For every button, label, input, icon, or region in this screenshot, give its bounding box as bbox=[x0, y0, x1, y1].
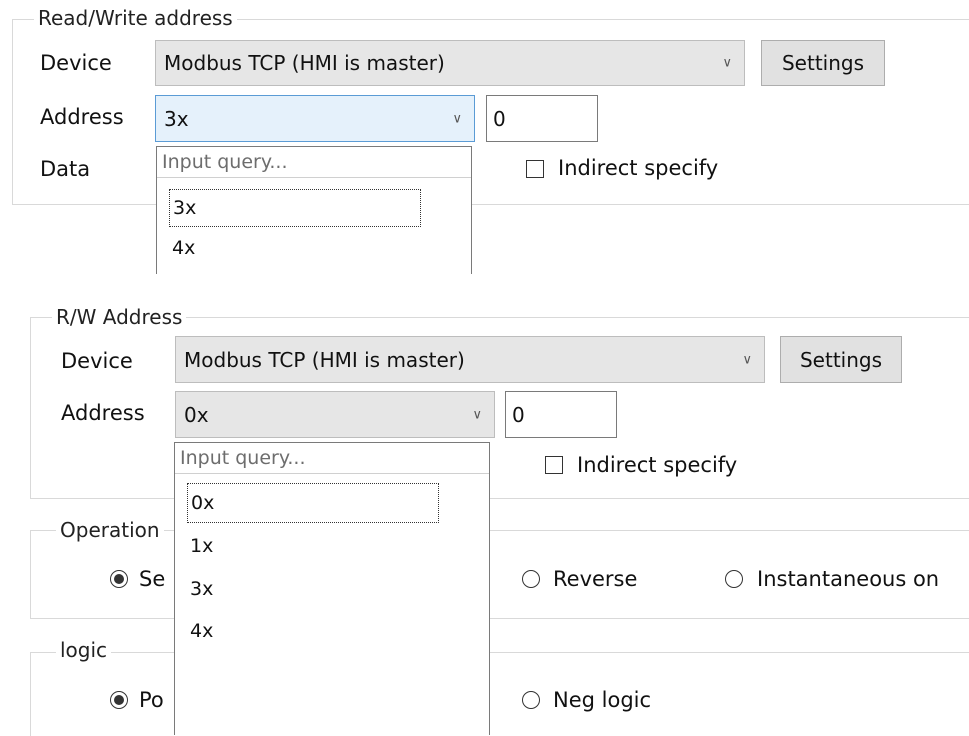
indirect-specify-label[interactable]: Indirect specify bbox=[558, 154, 718, 182]
logic-option-pos[interactable]: Po bbox=[139, 686, 164, 714]
device-select[interactable]: Modbus TCP (HMI is master) ∨ bbox=[155, 40, 745, 86]
operation-radio-instantaneous[interactable] bbox=[725, 570, 743, 588]
address-type-value: 3x bbox=[164, 106, 189, 131]
dropdown-item-3x[interactable]: 3x bbox=[190, 578, 213, 600]
settings-button-label: Settings bbox=[781, 51, 865, 75]
settings-button[interactable]: Settings bbox=[761, 40, 885, 86]
address-value-input[interactable]: 0 bbox=[486, 95, 598, 142]
address-label: Address bbox=[40, 105, 124, 129]
chevron-down-icon: ∨ bbox=[722, 55, 732, 71]
address-value-text: 0 bbox=[512, 402, 525, 427]
indirect-specify-checkbox[interactable] bbox=[526, 160, 544, 178]
address-label: Address bbox=[61, 401, 145, 425]
indirect-specify-label[interactable]: Indirect specify bbox=[577, 451, 737, 479]
operation-option-reverse[interactable]: Reverse bbox=[553, 565, 637, 593]
address-value-text: 0 bbox=[493, 106, 506, 131]
device-label: Device bbox=[61, 349, 133, 373]
logic-radio-pos[interactable] bbox=[110, 691, 128, 709]
group-legend: logic bbox=[56, 638, 112, 662]
dropdown-item-0x[interactable]: 0x bbox=[187, 483, 439, 523]
settings-button[interactable]: Settings bbox=[780, 336, 902, 383]
operation-radio-set[interactable] bbox=[110, 570, 128, 588]
device-select-value: Modbus TCP (HMI is master) bbox=[164, 51, 445, 75]
operation-option-instantaneous[interactable]: Instantaneous on bbox=[757, 565, 939, 593]
chevron-down-icon: ∨ bbox=[452, 111, 462, 126]
chevron-down-icon: ∨ bbox=[472, 407, 482, 422]
logic-group bbox=[30, 652, 969, 736]
dropdown-item-4x[interactable]: 4x bbox=[172, 237, 195, 259]
data-label: Data bbox=[40, 157, 91, 181]
device-select[interactable]: Modbus TCP (HMI is master) ∨ bbox=[175, 336, 765, 383]
dropdown-item-4x[interactable]: 4x bbox=[190, 620, 213, 642]
group-legend: Operation bbox=[56, 518, 164, 542]
dropdown-query-input[interactable]: Input query... bbox=[157, 147, 471, 178]
logic-option-neg[interactable]: Neg logic bbox=[553, 686, 651, 714]
settings-button-label: Settings bbox=[799, 347, 883, 372]
device-select-value: Modbus TCP (HMI is master) bbox=[184, 347, 465, 372]
address-type-value: 0x bbox=[184, 402, 209, 427]
dropdown-item-3x[interactable]: 3x bbox=[169, 189, 421, 227]
address-type-select[interactable]: 0x ∨ bbox=[175, 391, 495, 438]
address-type-select[interactable]: 3x ∨ bbox=[155, 95, 475, 142]
group-legend: Read/Write address bbox=[34, 6, 237, 30]
operation-option-set[interactable]: Se bbox=[139, 565, 165, 593]
dropdown-query-input[interactable]: Input query... bbox=[175, 443, 489, 474]
group-legend: R/W Address bbox=[52, 305, 187, 329]
logic-radio-neg[interactable] bbox=[522, 691, 540, 709]
device-label: Device bbox=[40, 51, 112, 75]
indirect-specify-checkbox[interactable] bbox=[545, 456, 563, 474]
address-type-dropdown: Input query... 3x 4x bbox=[156, 146, 472, 274]
address-value-input[interactable]: 0 bbox=[505, 391, 617, 438]
chevron-down-icon: ∨ bbox=[742, 352, 752, 367]
address-type-dropdown: Input query... 0x 1x 3x 4x bbox=[174, 442, 490, 735]
dropdown-item-1x[interactable]: 1x bbox=[190, 535, 213, 557]
operation-radio-reverse[interactable] bbox=[522, 570, 540, 588]
